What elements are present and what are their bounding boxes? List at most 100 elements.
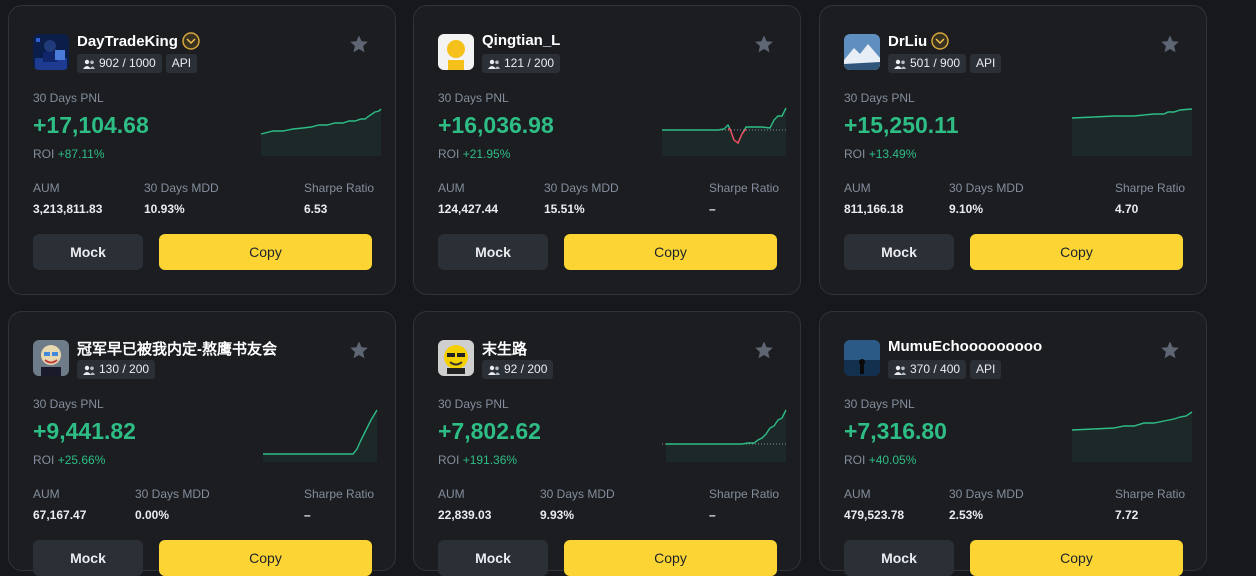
pnl-label: 30 Days PNL xyxy=(844,397,915,411)
pnl-label: 30 Days PNL xyxy=(438,397,509,411)
trader-name-text: DayTradeKing xyxy=(77,32,178,50)
trader-card[interactable]: 冠军早已被我内定-熬鹰书友会 130 / 200 30 Days PNL +9,441… xyxy=(8,311,396,576)
pnl-label: 30 Days PNL xyxy=(438,91,509,105)
aum-label: AUM xyxy=(438,487,465,501)
followers-count: 370 / 400 xyxy=(910,362,961,376)
star-icon[interactable] xyxy=(1160,340,1180,365)
pnl-label: 30 Days PNL xyxy=(844,91,915,105)
aum-label: AUM xyxy=(438,181,465,195)
mdd-value: 0.00% xyxy=(135,508,170,522)
aum-value: 811,166.18 xyxy=(844,202,904,216)
trader-name-text: DrLiu xyxy=(888,32,928,50)
aum-label: AUM xyxy=(33,487,60,501)
sharpe-value: – xyxy=(709,202,716,216)
sharpe-label: Sharpe Ratio xyxy=(709,487,780,501)
followers-count: 92 / 200 xyxy=(504,362,548,376)
mdd-label: 30 Days MDD xyxy=(544,181,619,195)
api-badge: API xyxy=(970,360,1002,379)
pnl-sparkline xyxy=(253,98,383,161)
pnl-value: +17,104.68 xyxy=(33,112,149,138)
trader-name[interactable]: MumuEchooooooooo xyxy=(888,338,1042,355)
trader-name[interactable]: Qingtian_L xyxy=(482,32,560,49)
aum-value: 124,427.44 xyxy=(438,202,499,216)
mock-button[interactable]: Mock xyxy=(33,234,143,270)
trader-name[interactable]: DayTradeKing xyxy=(77,32,200,50)
pnl-value: +16,036.98 xyxy=(438,112,554,138)
mdd-value: 9.10% xyxy=(949,202,984,216)
mdd-value: 2.53% xyxy=(949,508,984,522)
trader-card[interactable]: DayTradeKing 902 / 1000 API 30 Days PNL +17,… xyxy=(8,5,396,295)
mdd-label: 30 Days MDD xyxy=(949,487,1024,501)
trader-badges: 902 / 1000 API xyxy=(77,54,198,73)
copy-button[interactable]: Copy xyxy=(159,234,372,270)
mdd-label: 30 Days MDD xyxy=(135,487,210,501)
followers-badge: 501 / 900 xyxy=(888,54,967,73)
trader-badges: 370 / 400 API xyxy=(888,360,1002,379)
roi: ROI +191.36% xyxy=(438,453,517,467)
yellow-circle-icon[interactable] xyxy=(438,34,474,70)
followers-badge: 92 / 200 xyxy=(482,360,554,379)
trader-name[interactable]: DrLiu xyxy=(888,32,949,50)
trader-name[interactable]: 末生路 xyxy=(482,338,527,359)
sunglasses-face-icon[interactable] xyxy=(438,340,474,376)
followers-count: 501 / 900 xyxy=(910,56,961,70)
aum-value: 3,213,811.83 xyxy=(33,202,103,216)
mdd-value: 15.51% xyxy=(544,202,585,216)
mdd-label: 30 Days MDD xyxy=(144,181,219,195)
copy-button[interactable]: Copy xyxy=(564,540,777,576)
star-icon[interactable] xyxy=(754,34,774,59)
star-icon[interactable] xyxy=(754,340,774,365)
cat-by-sea-icon[interactable] xyxy=(844,340,880,376)
trader-name-text: MumuEchooooooooo xyxy=(888,338,1043,355)
pnl-value: +7,316.80 xyxy=(844,418,947,444)
followers-badge: 130 / 200 xyxy=(77,360,156,379)
roi-label: ROI xyxy=(438,147,460,161)
aum-label: AUM xyxy=(844,487,871,501)
copy-button[interactable]: Copy xyxy=(970,234,1183,270)
trader-card[interactable]: Qingtian_L 121 / 200 30 Days PNL +16,036.98… xyxy=(413,5,801,295)
sharpe-value: – xyxy=(304,508,311,522)
sharpe-label: Sharpe Ratio xyxy=(304,181,375,195)
mock-button[interactable]: Mock xyxy=(844,234,954,270)
mock-button[interactable]: Mock xyxy=(438,540,548,576)
followers-badge: 902 / 1000 xyxy=(77,54,162,73)
star-icon[interactable] xyxy=(1160,34,1180,59)
api-badge: API xyxy=(970,54,1002,73)
sharpe-label: Sharpe Ratio xyxy=(709,181,780,195)
aum-label: AUM xyxy=(33,181,60,195)
mountain-landscape-icon[interactable] xyxy=(844,34,880,70)
roi-value: +87.11% xyxy=(57,147,105,161)
users-icon xyxy=(83,59,95,69)
mock-button[interactable]: Mock xyxy=(33,540,143,576)
roi: ROI +13.49% xyxy=(844,147,916,161)
roi: ROI +87.11% xyxy=(33,147,105,161)
star-icon[interactable] xyxy=(349,340,369,365)
trader-badges: 92 / 200 xyxy=(482,360,554,379)
copy-button[interactable]: Copy xyxy=(159,540,372,576)
pnl-sparkline xyxy=(1064,404,1194,467)
api-badge: API xyxy=(165,54,198,73)
copy-button[interactable]: Copy xyxy=(564,234,777,270)
trader-name-text: 末生路 xyxy=(482,341,528,358)
medal-icon xyxy=(931,32,949,50)
roi-value: +191.36% xyxy=(462,453,518,467)
mock-button[interactable]: Mock xyxy=(438,234,548,270)
pnl-label: 30 Days PNL xyxy=(33,397,104,411)
cartoon-character-icon[interactable] xyxy=(33,340,69,376)
roi-value: +40.05% xyxy=(868,453,917,467)
trader-name-text: 冠军早已被我内定-熬鹰书友会 xyxy=(77,341,277,358)
trader-card[interactable]: DrLiu 501 / 900 API 30 Days PNL +15,250.11 RO… xyxy=(819,5,1207,295)
sharpe-value: 7.72 xyxy=(1115,508,1139,522)
pnl-label: 30 Days PNL xyxy=(33,91,104,105)
trader-card[interactable]: MumuEchooooooooo 370 / 400 API 30 Days PNL +… xyxy=(819,311,1207,576)
followers-count: 902 / 1000 xyxy=(99,56,156,70)
trader-card[interactable]: 末生路 92 / 200 30 Days PNL +7,802.62 ROI +191.… xyxy=(413,311,801,576)
roi-label: ROI xyxy=(33,147,55,161)
star-icon[interactable] xyxy=(349,34,369,59)
copy-button[interactable]: Copy xyxy=(970,540,1183,576)
aum-value: 22,839.03 xyxy=(438,508,492,522)
person-laptop-icon[interactable] xyxy=(33,34,69,70)
mock-button[interactable]: Mock xyxy=(844,540,954,576)
roi-value: +13.49% xyxy=(868,147,917,161)
trader-name[interactable]: 冠军早已被我内定-熬鹰书友会 xyxy=(77,338,277,359)
